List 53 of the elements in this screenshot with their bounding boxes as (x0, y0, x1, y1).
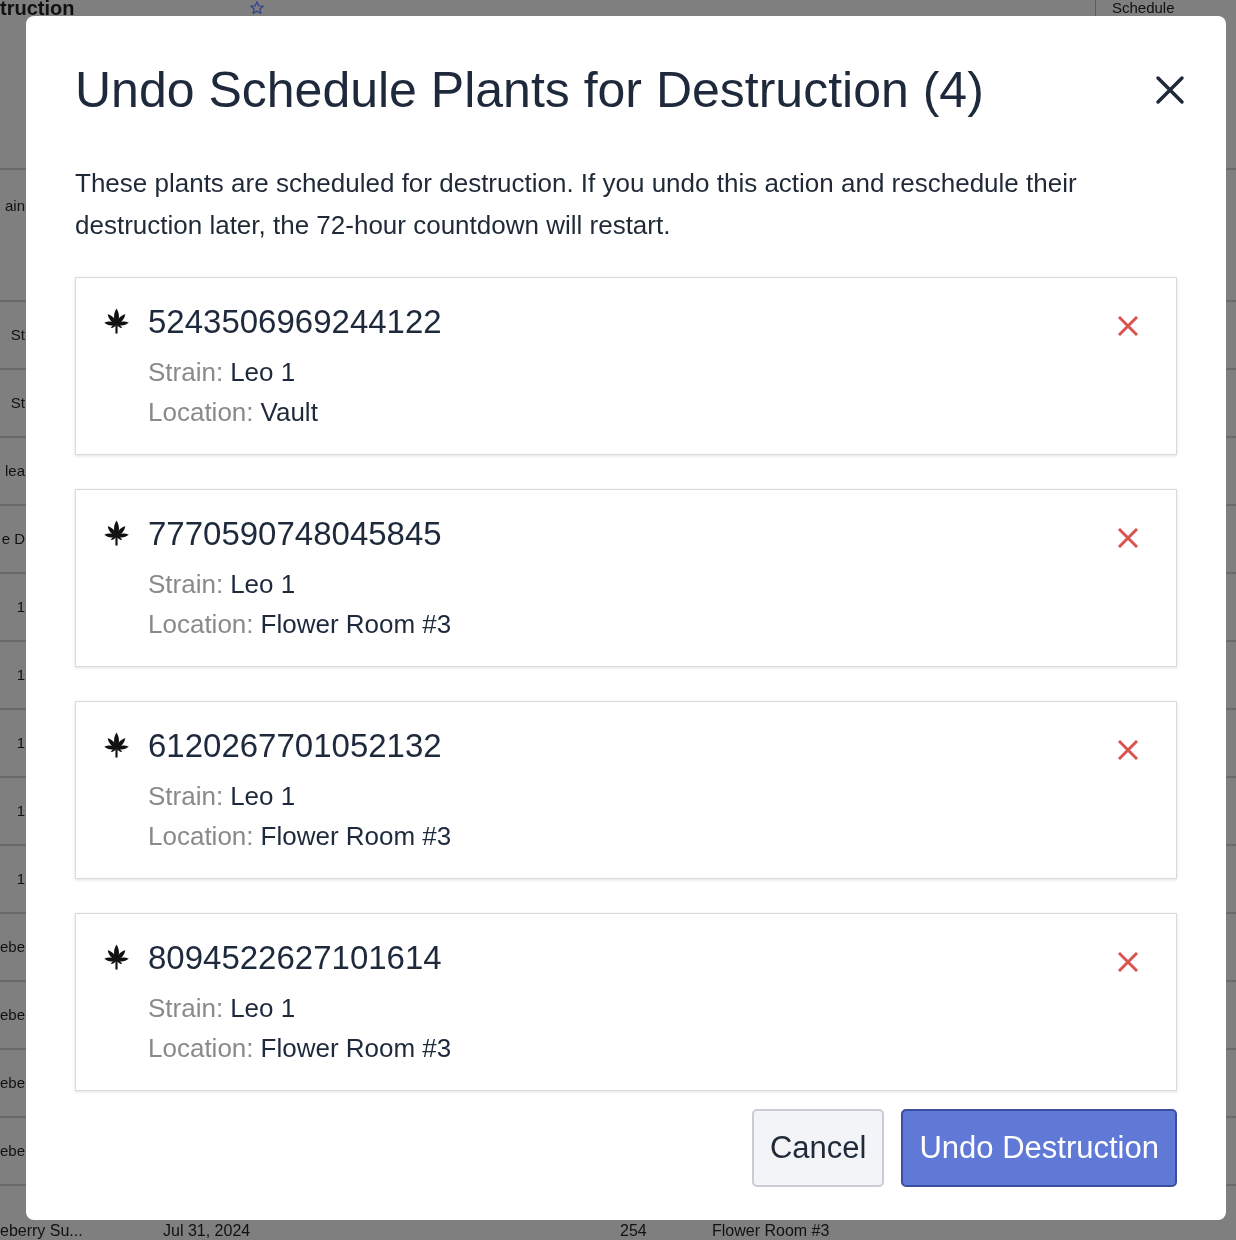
modal-title: Undo Schedule Plants for Destruction (4) (75, 61, 984, 120)
table-cell: Jul 31, 2024 (163, 1222, 251, 1240)
plant-id: 7770590748045845 (148, 514, 442, 554)
table-cell: ebe (0, 1005, 25, 1025)
location-label: Location: (148, 608, 254, 641)
leaf-icon (103, 308, 130, 334)
strain-label: Strain: (148, 356, 224, 389)
strain-value: Leo 1 (230, 568, 296, 601)
table-cell-text: 1 (15, 597, 25, 617)
x-icon[interactable] (1118, 528, 1138, 548)
table-cell-text: 1 (15, 801, 25, 821)
cancel-button[interactable]: Cancel (752, 1109, 885, 1187)
plant-id: 5243506969244122 (148, 302, 442, 342)
table-cell: e D (0, 529, 25, 549)
strain-value: Leo 1 (230, 780, 296, 813)
location-label: Location: (148, 820, 254, 853)
location-label: Location: (148, 1032, 254, 1065)
leaf-icon (103, 520, 130, 546)
table-cell: ebe (0, 937, 25, 957)
modal-description: These plants are scheduled for destruction. If you undo this action and reschedule their destruction later, the 72-hour countdown will restart. (75, 167, 1078, 242)
location-value: Vault (260, 396, 318, 429)
table-cell-text: lea (3, 461, 25, 481)
strain-label: Strain: (148, 568, 224, 601)
table-cell-text: 1 (15, 665, 25, 685)
table-cell-text: 1 (15, 869, 25, 889)
table-cell: ebe (0, 1141, 25, 1161)
plant-id: 8094522627101614 (148, 938, 442, 978)
plant-id: 6120267701052132 (148, 726, 442, 766)
location-value: Flower Room #3 (260, 1032, 452, 1065)
close-icon[interactable] (1155, 75, 1185, 105)
location-label: Location: (148, 396, 254, 429)
table-cell: ebe (0, 1073, 25, 1093)
table-cell-text: St (9, 325, 25, 345)
leaf-icon (103, 732, 130, 758)
strain-value: Leo 1 (230, 356, 296, 389)
x-icon[interactable] (1118, 952, 1138, 972)
strain-label: Strain: (148, 780, 224, 813)
star-icon[interactable] (250, 1, 265, 15)
strain-label: Strain: (148, 992, 224, 1025)
location-value: Flower Room #3 (260, 820, 452, 853)
location-value: Flower Room #3 (260, 608, 452, 641)
leaf-icon (103, 944, 130, 970)
page-heading: truction (0, 0, 75, 16)
table-cell: eberry Su... (0, 1222, 83, 1240)
x-icon[interactable] (1118, 740, 1138, 760)
undo-button[interactable]: Undo Destruction (901, 1109, 1177, 1187)
table-header-cell-text: ain (3, 196, 25, 216)
x-icon[interactable] (1118, 316, 1138, 336)
strain-value: Leo 1 (230, 992, 296, 1025)
table-cell: 254 (620, 1222, 647, 1240)
table-cell-text: 1 (15, 733, 25, 753)
table-cell-text: St (9, 393, 25, 413)
table-cell: Flower Room #3 (712, 1222, 830, 1240)
